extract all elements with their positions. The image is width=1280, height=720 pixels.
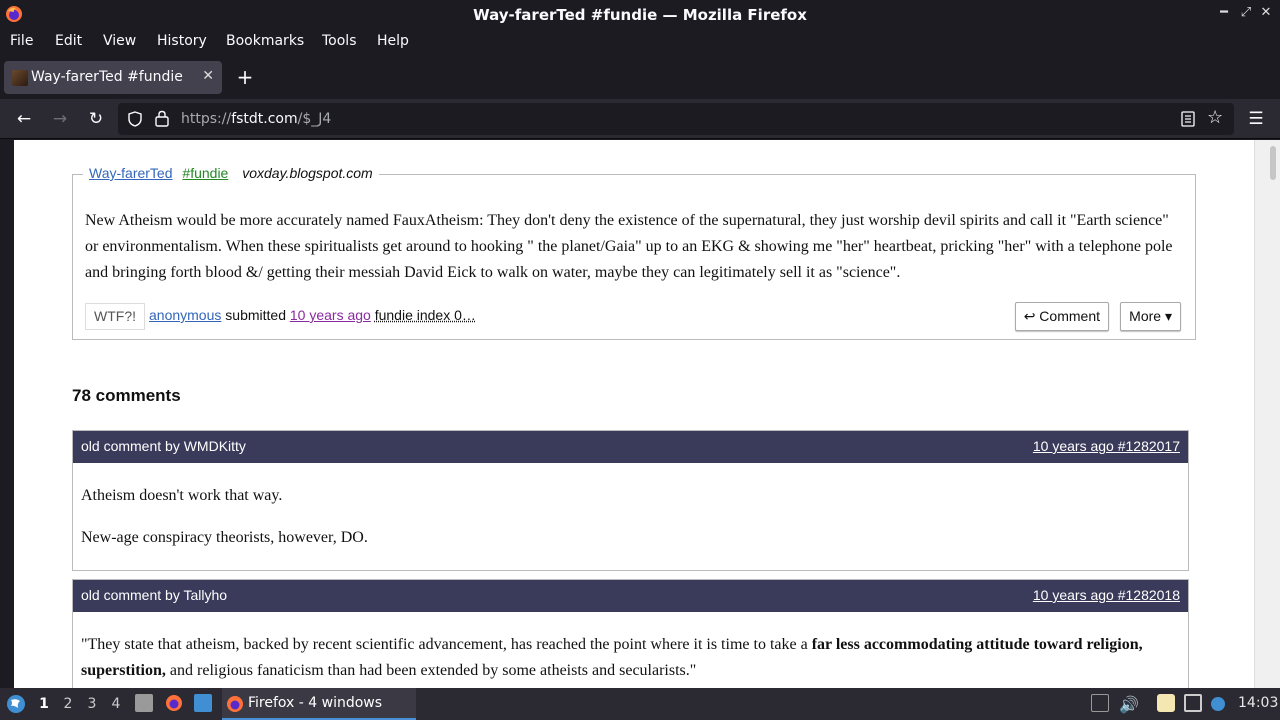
menu-file[interactable]: File bbox=[10, 33, 33, 49]
bookmark-star-icon[interactable]: ☆ bbox=[1207, 107, 1223, 128]
tab-active[interactable]: Way-farerTed #fundie ✕ bbox=[4, 61, 222, 94]
window-title: Way-farerTed #fundie — Mozilla Firefox bbox=[473, 6, 807, 24]
comment-card: old comment by Tallyho 10 years ago #128… bbox=[72, 579, 1189, 688]
shield-icon[interactable] bbox=[127, 111, 143, 127]
comment-text: "They state that atheism, backed by rece… bbox=[81, 636, 812, 653]
forward-icon[interactable]: → bbox=[49, 108, 71, 130]
taskbar-firefox-task[interactable]: Firefox - 4 windows bbox=[222, 688, 416, 720]
reader-view-icon[interactable] bbox=[1181, 111, 1195, 127]
workspace-4[interactable]: 4 bbox=[108, 696, 124, 712]
comment-paragraph: Atheism doesn't work that way. bbox=[81, 487, 283, 504]
wtf-button[interactable]: WTF?! bbox=[85, 303, 145, 330]
url-path: /$_J4 bbox=[297, 111, 332, 127]
tab-title: Way-farerTed #fundie bbox=[31, 69, 183, 85]
submitted-label: submitted bbox=[225, 307, 286, 323]
close-window-icon[interactable]: ✕ bbox=[1258, 5, 1274, 20]
tray-updates-icon[interactable] bbox=[1091, 694, 1109, 712]
close-tab-icon[interactable]: ✕ bbox=[202, 68, 214, 84]
comment-author: old comment by WMDKitty bbox=[81, 438, 246, 454]
menu-tools[interactable]: Tools bbox=[322, 33, 357, 49]
quote-post: Way-farerTed #fundie voxday.blogspot.com… bbox=[72, 165, 1196, 340]
volume-icon[interactable]: 🔊 bbox=[1119, 695, 1139, 714]
url-text[interactable]: https://fstdt.com/$_J4 bbox=[181, 111, 331, 127]
menu-bar: File Edit View History Bookmarks Tools H… bbox=[0, 29, 1280, 55]
url-host: fstdt.com bbox=[231, 111, 298, 127]
submitter-link[interactable]: anonymous bbox=[149, 307, 221, 323]
file-manager-icon[interactable] bbox=[135, 694, 153, 712]
back-icon[interactable]: ← bbox=[13, 108, 35, 130]
desktop-icon[interactable] bbox=[194, 694, 212, 712]
comment-card: old comment by WMDKitty 10 years ago #12… bbox=[72, 430, 1189, 571]
workspace-3[interactable]: 3 bbox=[84, 696, 100, 712]
post-body: New Atheism would be more accurately nam… bbox=[85, 212, 1173, 281]
post-header: Way-farerTed #fundie voxday.blogspot.com bbox=[83, 165, 379, 181]
workspace-2[interactable]: 2 bbox=[60, 696, 76, 712]
post-source: voxday.blogspot.com bbox=[242, 165, 373, 181]
comment-header: old comment by WMDKitty 10 years ago #12… bbox=[73, 431, 1188, 463]
comments-count: 78 comments bbox=[72, 386, 181, 405]
post-tag-link[interactable]: #fundie bbox=[182, 165, 228, 181]
menu-bookmarks[interactable]: Bookmarks bbox=[226, 33, 304, 49]
menu-history[interactable]: History bbox=[157, 33, 207, 49]
hamburger-menu-icon[interactable]: ☰ bbox=[1245, 108, 1267, 130]
url-bar[interactable]: https://fstdt.com/$_J4 ☆ bbox=[118, 103, 1234, 135]
comment-paragraph: New-age conspiracy theorists, however, D… bbox=[81, 529, 368, 546]
comment-author: old comment by Tallyho bbox=[81, 587, 228, 603]
firefox-launcher-icon[interactable] bbox=[165, 694, 183, 712]
navigation-bar: ← → ↻ https://fstdt.com/$_J4 ☆ ☰ bbox=[0, 99, 1280, 139]
more-button[interactable]: More ▾ bbox=[1120, 302, 1181, 331]
comment-body: "They state that atheism, backed by rece… bbox=[73, 632, 1188, 684]
post-age-link[interactable]: 10 years ago bbox=[290, 307, 371, 323]
tab-bar: Way-farerTed #fundie ✕ + bbox=[0, 55, 1280, 99]
taskbar: 1 2 3 4 Firefox - 4 windows 🔊 14:03 bbox=[0, 688, 1280, 720]
lock-icon[interactable] bbox=[154, 110, 170, 127]
site-favicon-icon bbox=[12, 70, 28, 86]
clipboard-icon[interactable] bbox=[1157, 694, 1175, 712]
task-label: Firefox - 4 windows bbox=[248, 695, 383, 711]
network-icon[interactable] bbox=[1184, 694, 1202, 712]
post-meta: anonymous submitted 10 years ago fundie … bbox=[149, 307, 476, 323]
scrollbar-thumb[interactable] bbox=[1270, 146, 1276, 180]
restore-icon[interactable]: ⤢ bbox=[1238, 5, 1254, 20]
comment-text: and religious fanaticism than had been e… bbox=[165, 662, 697, 679]
reload-icon[interactable]: ↻ bbox=[85, 108, 107, 130]
new-tab-icon[interactable]: + bbox=[234, 65, 256, 89]
firefox-task-icon bbox=[227, 696, 243, 712]
menu-help[interactable]: Help bbox=[377, 33, 409, 49]
post-footer: WTF?! anonymous submitted 10 years ago f… bbox=[85, 302, 1183, 332]
notification-icon[interactable] bbox=[1211, 697, 1225, 711]
comment-header: old comment by Tallyho 10 years ago #128… bbox=[73, 580, 1188, 612]
comment-permalink[interactable]: 10 years ago #1282018 bbox=[1033, 587, 1180, 603]
fundie-index[interactable]: fundie index 0… bbox=[375, 307, 476, 323]
menu-edit[interactable]: Edit bbox=[55, 33, 82, 49]
menu-view[interactable]: View bbox=[103, 33, 136, 49]
comment-permalink[interactable]: 10 years ago #1282017 bbox=[1033, 438, 1180, 454]
minimize-icon[interactable]: ━ bbox=[1216, 5, 1232, 20]
workspace-1[interactable]: 1 bbox=[36, 696, 52, 712]
start-menu-icon[interactable] bbox=[6, 694, 26, 714]
title-bar: Way-farerTed #fundie — Mozilla Firefox ━… bbox=[0, 0, 1280, 29]
comment-button[interactable]: ↩ Comment bbox=[1014, 302, 1109, 331]
page-content: Way-farerTed #fundie voxday.blogspot.com… bbox=[14, 140, 1254, 688]
post-author-link[interactable]: Way-farerTed bbox=[89, 165, 173, 181]
comment-paragraph: "They state that atheism, backed by rece… bbox=[81, 632, 1180, 684]
url-scheme: https:// bbox=[181, 111, 232, 127]
page-scrollbar[interactable] bbox=[1254, 140, 1280, 688]
comment-body: Atheism doesn't work that way. New-age c… bbox=[73, 483, 1188, 551]
clock: 14:03 bbox=[1238, 695, 1279, 711]
